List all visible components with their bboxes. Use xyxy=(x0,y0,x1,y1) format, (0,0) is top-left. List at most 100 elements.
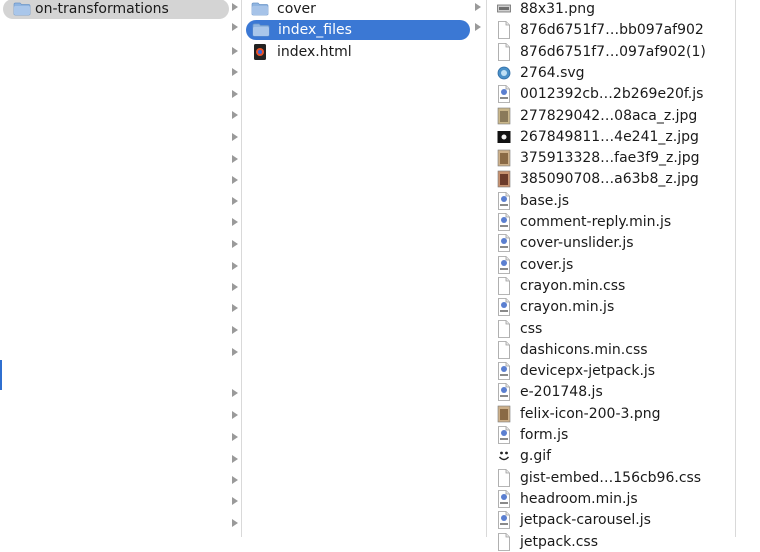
col3-list-item[interactable]: form.js xyxy=(488,425,728,445)
col3-list-item[interactable]: 267849811…4e241_z.jpg xyxy=(488,127,728,147)
col3-list-item[interactable]: css xyxy=(488,319,728,339)
item-label: cover-unslider.js xyxy=(520,235,634,252)
item-label: cover.js xyxy=(520,256,574,273)
folder-icon xyxy=(13,2,31,16)
gif-smiley-icon xyxy=(498,451,510,461)
col3-list-item[interactable]: crayon.min.js xyxy=(488,297,728,317)
disclosure-arrow-icon[interactable] xyxy=(232,455,238,463)
text-file-icon xyxy=(498,191,510,210)
image-thumbnail-icon xyxy=(497,171,511,188)
disclosure-arrow-icon[interactable] xyxy=(232,476,238,484)
text-file-icon xyxy=(498,85,510,104)
col3-list-item[interactable]: headroom.min.js xyxy=(488,489,728,509)
image-thumbnail-icon xyxy=(497,107,511,124)
col3-list-item[interactable]: dashicons.min.css xyxy=(488,340,728,360)
disclosure-arrow-icon[interactable] xyxy=(232,433,238,441)
item-label: 277829042…08aca_z.jpg xyxy=(520,107,698,124)
disclosure-arrow-icon[interactable] xyxy=(232,111,238,119)
col2-list-item[interactable]: index.html xyxy=(245,42,469,62)
item-label: 876d6751f7…097af902(1) xyxy=(520,43,706,60)
html-file-icon xyxy=(254,43,266,60)
item-label: cover xyxy=(277,1,316,17)
col2-list-item[interactable]: cover xyxy=(245,0,469,19)
column-divider-3[interactable] xyxy=(735,0,736,537)
col3-list-item[interactable]: cover.js xyxy=(488,255,728,275)
col3-list-item[interactable]: 2764.svg xyxy=(488,63,728,83)
item-label: 267849811…4e241_z.jpg xyxy=(520,128,699,145)
image-thumbnail-icon xyxy=(497,149,511,167)
disclosure-arrow-icon[interactable] xyxy=(232,90,238,98)
item-label: 385090708…a63b8_z.jpg xyxy=(520,171,699,188)
item-label: felix-icon-200-3.png xyxy=(520,405,661,422)
disclosure-arrow-icon[interactable] xyxy=(232,3,238,11)
disclosure-arrow-icon[interactable] xyxy=(232,176,238,184)
disclosure-arrow-icon[interactable] xyxy=(232,47,238,55)
document-icon xyxy=(498,42,510,61)
column-2: cover index_files index.html xyxy=(245,0,485,537)
col3-list-item[interactable]: jetpack.css xyxy=(488,532,728,552)
col2-list-item[interactable]: index_files xyxy=(246,20,470,41)
disclosure-arrow-icon[interactable] xyxy=(232,283,238,291)
text-file-icon xyxy=(498,511,510,530)
item-label: base.js xyxy=(520,192,570,209)
disclosure-arrow-icon[interactable] xyxy=(232,197,238,205)
column-2-arrow-gutter xyxy=(474,0,484,537)
col3-list-item[interactable]: 0012392cb…2b269e20f.js xyxy=(488,84,728,104)
image-thumbnail-icon xyxy=(497,405,511,422)
item-label: devicepx-jetpack.js xyxy=(520,363,656,380)
item-label: form.js xyxy=(520,427,569,443)
disclosure-arrow-icon[interactable] xyxy=(475,23,481,31)
scroll-indicator[interactable] xyxy=(0,360,2,390)
text-file-icon xyxy=(498,362,510,380)
disclosure-arrow-icon[interactable] xyxy=(232,262,238,270)
disclosure-arrow-icon[interactable] xyxy=(232,133,238,141)
image-thumbnail-icon xyxy=(497,4,511,13)
disclosure-arrow-icon[interactable] xyxy=(232,411,238,419)
folder-icon xyxy=(251,2,269,16)
item-label: gist-embed…156cb96.css xyxy=(520,469,702,486)
text-file-icon xyxy=(498,234,510,253)
document-icon xyxy=(498,21,510,40)
disclosure-arrow-icon[interactable] xyxy=(232,218,238,226)
col3-list-item[interactable]: comment-reply.min.js xyxy=(488,212,728,232)
disclosure-arrow-icon[interactable] xyxy=(475,3,481,11)
col3-list-item[interactable]: gist-embed…156cb96.css xyxy=(488,468,728,488)
folder-icon xyxy=(252,23,270,37)
disclosure-arrow-icon[interactable] xyxy=(232,389,238,397)
disclosure-arrow-icon[interactable] xyxy=(232,240,238,248)
col3-list-item[interactable]: 88x31.png xyxy=(488,0,728,19)
image-thumbnail-icon xyxy=(497,130,511,143)
col3-list-item[interactable]: 876d6751f7…bb097af902 xyxy=(488,20,728,40)
item-label: comment-reply.min.js xyxy=(520,214,672,230)
col3-list-item[interactable]: felix-icon-200-3.png xyxy=(488,404,728,424)
disclosure-arrow-icon[interactable] xyxy=(232,304,238,312)
col3-list-item[interactable]: devicepx-jetpack.js xyxy=(488,361,728,381)
col3-list-item[interactable]: cover-unslider.js xyxy=(488,233,728,253)
col1-list-item[interactable]: on-transformations xyxy=(3,0,229,19)
column-divider-1[interactable] xyxy=(241,0,242,537)
col3-list-item[interactable]: crayon.min.css xyxy=(488,276,728,296)
col3-list-item[interactable]: 277829042…08aca_z.jpg xyxy=(488,106,728,126)
item-label: on-transformations xyxy=(35,1,169,17)
item-label: 876d6751f7…bb097af902 xyxy=(520,22,704,39)
disclosure-arrow-icon[interactable] xyxy=(232,519,238,527)
col3-list-item[interactable]: 876d6751f7…097af902(1) xyxy=(488,42,728,62)
col3-list-item[interactable]: g.gif xyxy=(488,446,728,466)
disclosure-arrow-icon[interactable] xyxy=(232,68,238,76)
column-divider-2[interactable] xyxy=(486,0,487,537)
disclosure-arrow-icon[interactable] xyxy=(232,155,238,163)
col3-list-item[interactable]: e-201748.js xyxy=(488,382,728,402)
disclosure-arrow-icon[interactable] xyxy=(232,348,238,356)
col3-list-item[interactable]: 375913328…fae3f9_z.jpg xyxy=(488,148,728,168)
item-label: 375913328…fae3f9_z.jpg xyxy=(520,150,700,167)
item-label: index.html xyxy=(277,43,352,60)
disclosure-arrow-icon[interactable] xyxy=(232,326,238,334)
item-label: e-201748.js xyxy=(520,384,603,401)
col3-list-item[interactable]: 385090708…a63b8_z.jpg xyxy=(488,169,728,189)
document-icon xyxy=(498,276,510,295)
disclosure-arrow-icon[interactable] xyxy=(232,497,238,505)
col3-list-item[interactable]: jetpack-carousel.js xyxy=(488,510,728,530)
item-label: g.gif xyxy=(520,448,552,465)
col3-list-item[interactable]: base.js xyxy=(488,191,728,211)
disclosure-arrow-icon[interactable] xyxy=(232,23,238,31)
